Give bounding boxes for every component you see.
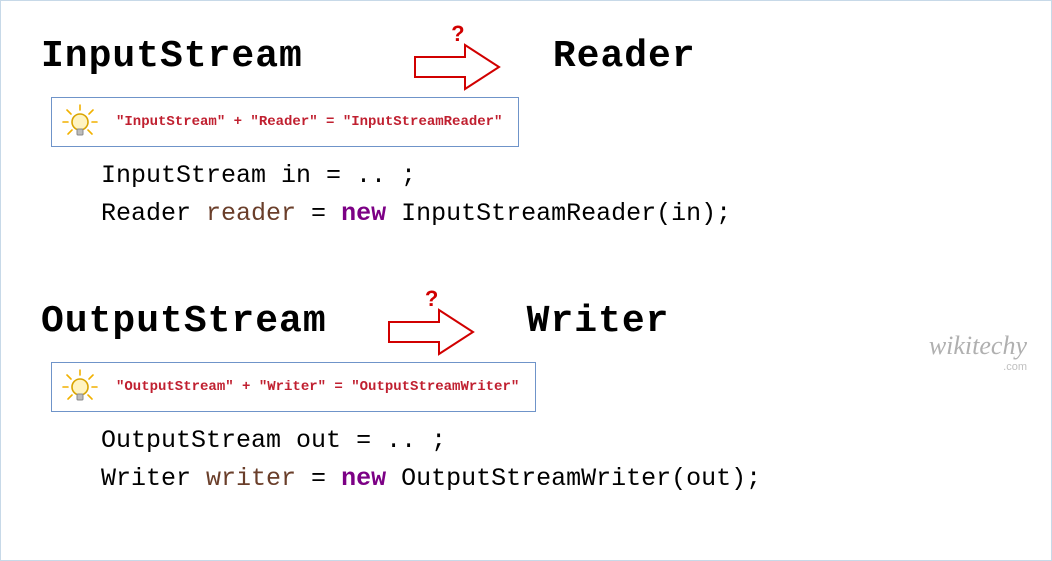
code-var: reader [206,199,296,228]
headline-1: InputStream ? Reader [1,21,1051,91]
code-text: InputStreamReader(in); [386,199,731,228]
lightbulb-icon [62,104,98,140]
headline-2: OutputStream ? Writer [1,286,1051,356]
code-text: = [296,464,341,493]
hint-text-2: "OutputStream" + "Writer" = "OutputStrea… [116,379,519,395]
title-reader: Reader [553,35,696,78]
diagram-container: wikitechy .com InputStream ? Reader [0,0,1052,561]
arrow-2: ? [387,286,477,356]
code-keyword: new [341,464,386,493]
code-text: OutputStream [101,426,296,455]
code-text: InputStream [101,161,281,190]
arrow-right-icon [387,308,477,356]
section-inputstream: InputStream ? Reader [1,21,1051,232]
hintbox-2: "OutputStream" + "Writer" = "OutputStrea… [51,362,536,412]
title-outputstream: OutputStream [41,300,327,343]
arrow-1: ? [413,21,503,91]
arrow-right-icon [413,43,503,91]
section-outputstream: OutputStream ? Writer [1,286,1051,497]
title-writer: Writer [527,300,670,343]
hint-text-1: "InputStream" + "Reader" = "InputStreamR… [116,114,502,130]
code-text: Reader [101,199,206,228]
code-text: Writer [101,464,206,493]
lightbulb-icon [62,369,98,405]
title-inputstream: InputStream [41,35,303,78]
code-text: = .. ; [341,426,446,455]
code-text: = [296,199,341,228]
code-text: OutputStreamWriter(out); [386,464,761,493]
code-keyword: new [341,199,386,228]
code-block-1: InputStream in = .. ; Reader reader = ne… [101,157,1051,232]
code-var: out [296,426,341,455]
code-var: in [281,161,311,190]
code-var: writer [206,464,296,493]
hintbox-1: "InputStream" + "Reader" = "InputStreamR… [51,97,519,147]
code-text: = .. ; [311,161,416,190]
code-block-2: OutputStream out = .. ; Writer writer = … [101,422,1051,497]
